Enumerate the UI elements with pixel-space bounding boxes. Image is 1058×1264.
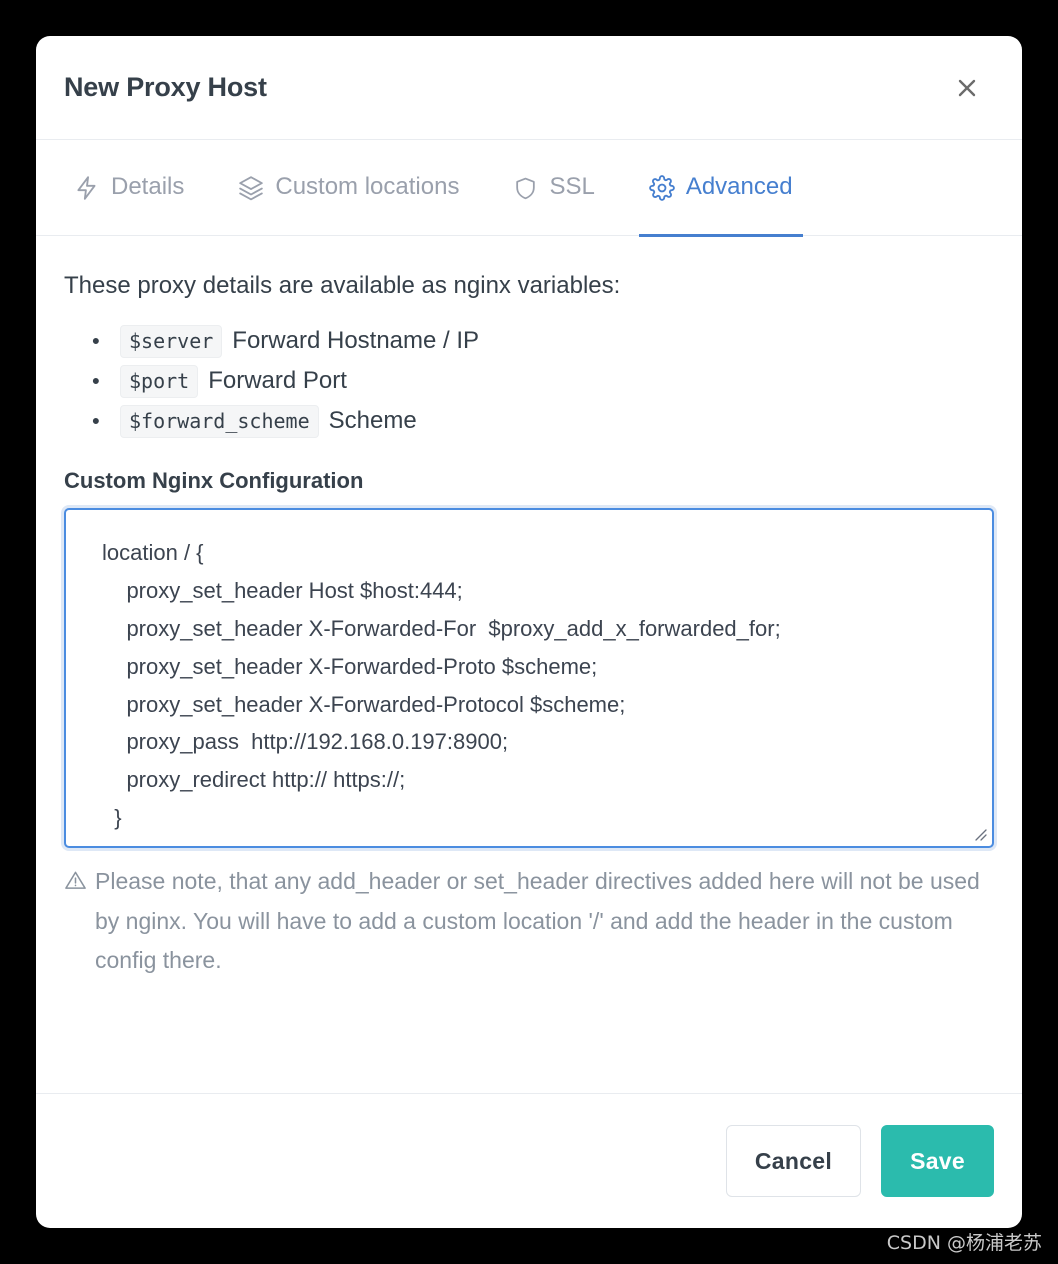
tab-advanced-label: Advanced [685,173,793,200]
tab-details[interactable]: Details [64,140,194,236]
nginx-directive-warning: Please note, that any add_header or set_… [64,862,994,981]
variable-description: Forward Port [208,367,347,395]
list-item: $server Forward Hostname / IP [120,325,994,359]
custom-nginx-configuration-label: Custom Nginx Configuration [64,468,364,494]
save-button[interactable]: Save [881,1125,994,1197]
variable-name: $port [120,365,199,399]
list-item: $forward_scheme Scheme [120,405,994,439]
tab-ssl[interactable]: SSL [503,140,604,236]
intro-text: These proxy details are available as ngi… [64,272,621,299]
list-item: $port Forward Port [120,365,994,399]
tab-advanced[interactable]: Advanced [638,140,803,237]
warning-triangle-icon [64,869,87,892]
gear-icon [649,175,675,201]
modal-footer: Cancel Save [36,1093,1022,1228]
custom-nginx-configuration-field [64,508,994,849]
variable-name: $forward_scheme [120,405,319,439]
tab-custom-locations-label: Custom locations [275,173,460,200]
layers-icon [238,175,264,201]
lightning-bolt-icon [74,175,100,201]
warning-text: Please note, that any add_header or set_… [95,868,980,974]
tab-custom-locations[interactable]: Custom locations [228,140,469,236]
page-title: New Proxy Host [64,72,267,102]
variable-description: Forward Hostname / IP [232,327,480,355]
variable-description: Scheme [328,407,417,435]
tab-details-label: Details [111,173,185,200]
tab-bar: Details Custom locations SSL Advanced [36,140,1022,237]
close-icon[interactable] [950,71,984,105]
shield-icon [513,176,538,201]
cancel-button[interactable]: Cancel [725,1125,862,1197]
new-proxy-host-modal: New Proxy Host Details Custom locations … [36,36,1022,1228]
nginx-variables-list: $server Forward Hostname / IP $port Forw… [64,325,994,439]
watermark: CSDN @杨浦老苏 [886,1232,1042,1254]
modal-body: These proxy details are available as ngi… [36,236,1022,1093]
tab-ssl-label: SSL [549,173,595,200]
variable-name: $server [120,325,223,359]
custom-nginx-configuration-input[interactable] [64,508,994,849]
modal-header: New Proxy Host [36,36,1022,140]
